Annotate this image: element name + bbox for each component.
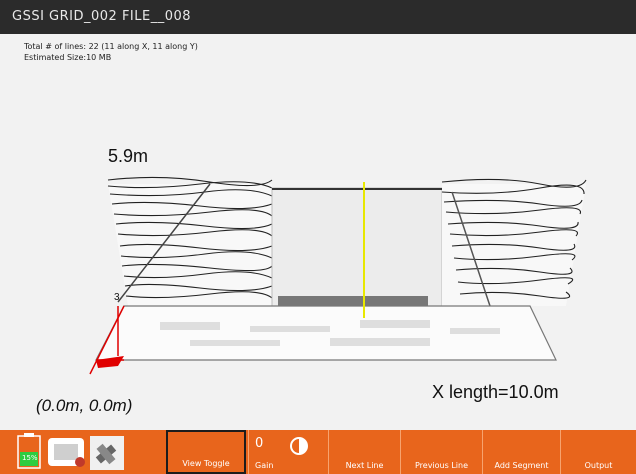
contrast-icon bbox=[290, 437, 308, 455]
view-toggle-button[interactable]: View Toggle bbox=[166, 430, 246, 474]
radargram-scene: 3 bbox=[89, 176, 587, 375]
battery-percent: 15% bbox=[22, 454, 38, 462]
title-bar: GSSI GRID_002 FILE__008 bbox=[0, 0, 636, 34]
view-toggle-label: View Toggle bbox=[182, 459, 230, 468]
gain-label: Gain bbox=[255, 461, 274, 470]
add-segment-button[interactable]: Add Segment bbox=[482, 430, 560, 474]
gps-satellite-icon bbox=[90, 436, 124, 470]
status-icons: 15% bbox=[17, 433, 124, 470]
battery-icon bbox=[17, 433, 41, 469]
origin-coordinates: (0.0m, 0.0m) bbox=[36, 396, 133, 415]
device-icon bbox=[48, 438, 85, 467]
gain-control[interactable]: 0 Gain bbox=[248, 430, 328, 474]
depth-label: 5.9m bbox=[108, 146, 149, 166]
add-segment-label: Add Segment bbox=[494, 461, 549, 470]
output-label: Output bbox=[584, 461, 613, 470]
x-length-label: X length=10.0m bbox=[432, 382, 559, 402]
output-button[interactable]: Output bbox=[560, 430, 636, 474]
grid-3d-view[interactable]: Total # of lines: 22 (11 along X, 11 alo… bbox=[0, 34, 636, 430]
previous-line-label: Previous Line bbox=[414, 461, 469, 470]
next-line-button[interactable]: Next Line bbox=[328, 430, 400, 474]
previous-line-button[interactable]: Previous Line bbox=[400, 430, 482, 474]
gain-value: 0 bbox=[255, 436, 264, 451]
axis-tick-label: 3 bbox=[114, 292, 120, 303]
bottom-toolbar: 15% View Toggle 0 Gain Next Line Previou… bbox=[0, 430, 636, 474]
center-panel bbox=[271, 187, 443, 307]
window-title: GSSI GRID_002 FILE__008 bbox=[12, 9, 192, 24]
next-line-label: Next Line bbox=[345, 461, 384, 470]
